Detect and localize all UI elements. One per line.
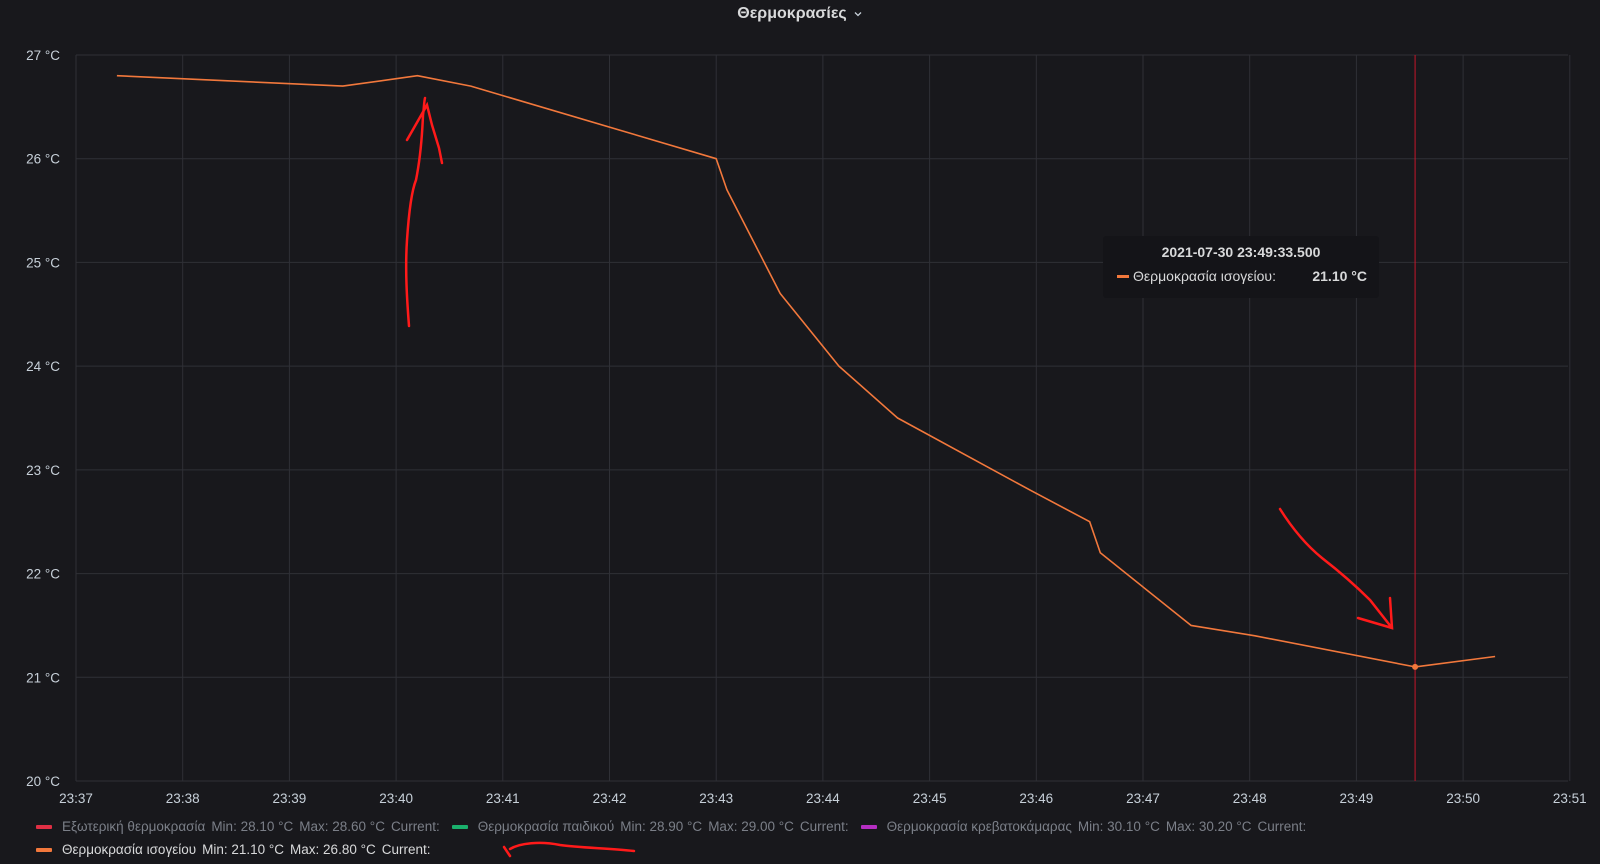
annotation-underline	[502, 841, 636, 858]
legend-max: Max: 29.00 °C	[708, 819, 794, 834]
legend-label: Θερμοκρασία κρεβατοκάμαρας	[886, 819, 1072, 834]
x-tick-label: 23:43	[699, 791, 733, 806]
annotation-layer	[404, 96, 1394, 858]
x-axis-ticks: 23:37 23:38 23:39 23:40 23:41 23:42 23:43 23:44…	[59, 791, 1587, 806]
legend-swatch-ground	[36, 847, 52, 852]
tooltip-swatch	[1117, 274, 1129, 278]
y-tick-label: 25 °C	[26, 255, 60, 270]
tooltip-time: 2021-07-30 23:49:33.500	[1161, 244, 1321, 260]
legend-min: Min: 21.10 °C	[202, 842, 285, 857]
legend-min: Min: 28.90 °C	[620, 819, 703, 834]
x-tick-label: 23:42	[593, 791, 627, 806]
annotation-arrow-down	[1278, 507, 1394, 630]
x-tick-label: 23:50	[1446, 791, 1480, 806]
hover-tooltip: 2021-07-30 23:49:33.500 Θερμοκρασία ισογ…	[1103, 236, 1379, 298]
y-tick-label: 27 °C	[26, 48, 60, 63]
y-axis-ticks: 20 °C 21 °C 22 °C 23 °C 24 °C 25 °C 26 °C 27 °C	[26, 48, 60, 789]
y-tick-label: 22 °C	[26, 567, 60, 582]
x-tick-label: 23:44	[806, 791, 840, 806]
legend-current: Current:	[1257, 819, 1307, 834]
legend-current: Current:	[390, 819, 440, 834]
legend-max: Max: 28.60 °C	[299, 819, 385, 834]
hover-point	[1412, 663, 1419, 670]
series-line-ground-floor	[116, 74, 1496, 668]
x-tick-label: 23:46	[1019, 791, 1053, 806]
legend-min: Min: 28.10 °C	[211, 819, 294, 834]
x-tick-label: 23:37	[59, 791, 93, 806]
y-tick-label: 24 °C	[26, 359, 60, 374]
legend-row-1: Εξωτερική θερμοκρασία Min: 28.10 °C Max:…	[36, 819, 1318, 834]
x-tick-label: 23:40	[379, 791, 413, 806]
legend-item-bedroom[interactable]: Θερμοκρασία κρεβατοκάμαρας Min: 30.10 °C…	[860, 819, 1307, 834]
y-tick-label: 23 °C	[26, 463, 60, 478]
y-tick-label: 26 °C	[26, 152, 60, 167]
legend-label: Θερμοκρασία παιδικού	[477, 819, 615, 834]
x-tick-label: 23:39	[273, 791, 307, 806]
x-tick-label: 23:51	[1553, 791, 1587, 806]
tooltip-value: 21.10 °C	[1312, 268, 1367, 284]
x-tick-label: 23:49	[1340, 791, 1374, 806]
legend-min: Min: 30.10 °C	[1077, 819, 1160, 834]
legend-current: Current:	[799, 819, 849, 834]
legend-row-2: Θερμοκρασία ισογείου Min: 21.10 °C Max: …	[36, 842, 443, 857]
legend-label: Θερμοκρασία ισογείου	[62, 842, 197, 857]
tooltip-series-name: Θερμοκρασία ισογείου:	[1133, 268, 1276, 284]
x-tick-label: 23:48	[1233, 791, 1267, 806]
legend-swatch-exterior	[36, 824, 52, 829]
series-layer	[116, 55, 1496, 781]
x-tick-label: 23:41	[486, 791, 520, 806]
x-tick-label: 23:45	[913, 791, 947, 806]
legend-max: Max: 30.20 °C	[1165, 819, 1252, 834]
x-tick-label: 23:38	[166, 791, 200, 806]
y-tick-label: 20 °C	[26, 774, 60, 789]
legend-current: Current:	[381, 842, 431, 857]
legend-swatch-bedroom	[860, 824, 877, 829]
x-tick-label: 23:47	[1126, 791, 1160, 806]
legend-item-kids[interactable]: Θερμοκρασία παιδικού Min: 28.90 °C Max: …	[451, 819, 849, 834]
legend-max: Max: 26.80 °C	[290, 842, 376, 857]
legend-label: Εξωτερική θερμοκρασία	[62, 819, 206, 834]
temperature-chart[interactable]: 20 °C 21 °C 22 °C 23 °C 24 °C 25 °C 26 °C 27 °C…	[0, 0, 1600, 864]
legend-item-exterior[interactable]: Εξωτερική θερμοκρασία Min: 28.10 °C Max:…	[36, 819, 440, 834]
legend-item-ground[interactable]: Θερμοκρασία ισογείου Min: 21.10 °C Max: …	[36, 842, 431, 857]
y-tick-label: 21 °C	[26, 670, 60, 685]
legend-swatch-kids	[451, 824, 468, 829]
annotation-arrow-up	[404, 96, 444, 328]
chart-grid	[75, 54, 1571, 782]
